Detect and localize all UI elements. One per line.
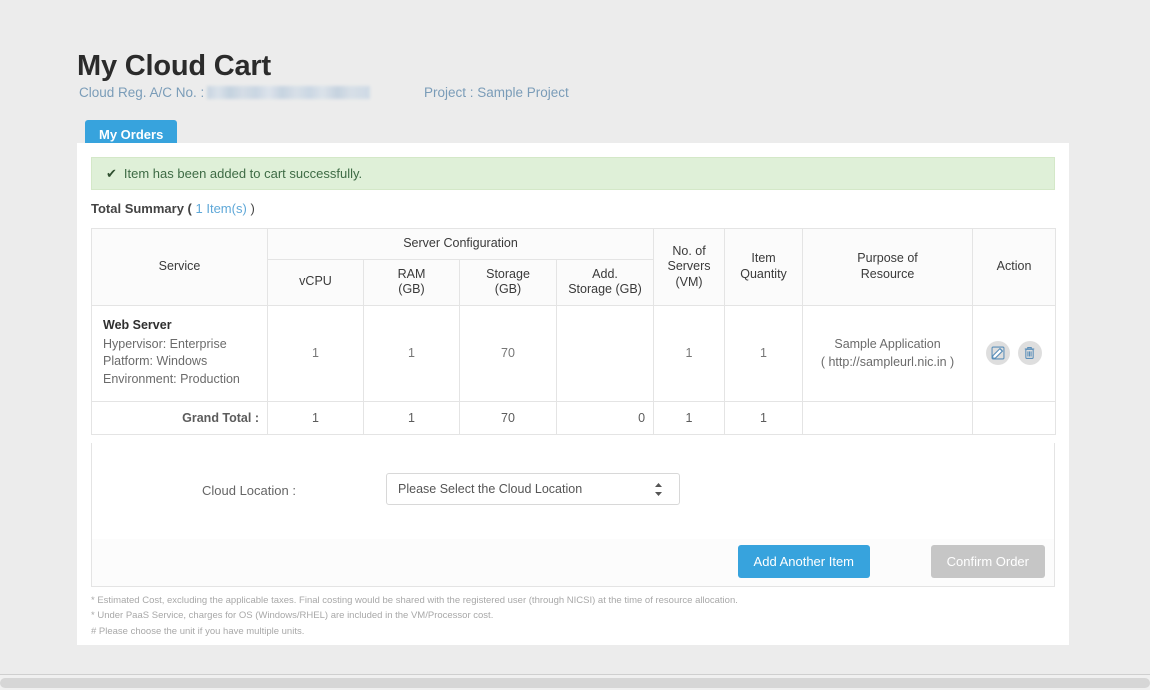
cell-storage: 70 [459, 304, 557, 402]
action-button-bar: Add Another Item Confirm Order [91, 539, 1055, 587]
purpose-title: Sample Application [834, 336, 941, 351]
service-name: Web Server [103, 317, 172, 332]
col-add-storage-l2: Storage (GB) [568, 282, 642, 297]
scrollbar-thumb[interactable] [0, 678, 1150, 688]
service-platform: Platform: Windows [103, 354, 208, 369]
col-item-quantity: Item Quantity [724, 228, 804, 306]
col-action: Action [972, 228, 1057, 306]
confirm-order-button[interactable]: Confirm Order [930, 545, 1045, 578]
check-icon: ✔ [106, 165, 117, 181]
purpose-url: ( http://sampleurl.nic.in ) [820, 355, 955, 370]
project-label: Project : Sample Project [424, 85, 569, 100]
col-add-storage-l1: Add. [592, 266, 618, 281]
cloud-location-panel: Cloud Location : Please Select the Cloud… [91, 443, 1055, 540]
table-row: Web Server Hypervisor: Enterprise Platfo… [91, 304, 1057, 402]
trash-icon[interactable] [1017, 341, 1042, 366]
service-hypervisor: Hypervisor: Enterprise [103, 336, 227, 351]
grand-total-item-quantity: 1 [724, 400, 804, 435]
edit-icon[interactable] [986, 341, 1011, 366]
cloud-location-label: Cloud Location : [202, 483, 296, 498]
col-service: Service [91, 228, 268, 306]
cell-service: Web Server Hypervisor: Enterprise Platfo… [91, 304, 268, 402]
cell-add-storage [555, 304, 655, 402]
table-header-row-1: Service Server Configuration No. of Serv… [91, 228, 1057, 306]
total-summary-close: ) [250, 201, 255, 216]
cell-action [972, 304, 1057, 402]
footnote-3: # Please choose the unit if you have mul… [91, 625, 305, 637]
grand-total-row: Grand Total : 1 1 70 0 1 1 [91, 400, 1057, 435]
col-purpose-l1: Purpose of [857, 251, 918, 266]
col-no-of-servers-l1: No. of [672, 243, 706, 258]
grand-total-storage: 70 [459, 400, 557, 435]
page-root: My Cloud Cart Cloud Reg. A/C No. : Proje… [0, 0, 1150, 690]
cell-item-quantity: 1 [724, 304, 804, 402]
service-environment: Environment: Production [103, 372, 240, 387]
footnote-1: * Estimated Cost, excluding the applicab… [91, 595, 738, 606]
cell-purpose: Sample Application ( http://sampleurl.ni… [802, 304, 974, 402]
col-add-storage: Add. Storage (GB) [555, 258, 655, 306]
col-vcpu: vCPU [267, 258, 364, 306]
col-storage-l2: (GB) [494, 282, 522, 297]
grand-total-action-blank [972, 400, 1057, 435]
success-alert-text: Item has been added to cart successfully… [123, 166, 363, 181]
cart-card: ✔ Item has been added to cart successful… [77, 143, 1069, 645]
col-ram-l2: (GB) [398, 282, 425, 297]
col-item-quantity-l1: Item [751, 251, 776, 266]
add-another-item-button[interactable]: Add Another Item [737, 545, 870, 578]
col-server-configuration-group: Server Configuration [266, 228, 655, 260]
total-summary-label: Total Summary ( [91, 201, 192, 216]
grand-total-ram: 1 [363, 400, 460, 435]
account-number-label: Cloud Reg. A/C No. : [79, 85, 205, 100]
grand-total-label: Grand Total : [91, 400, 268, 435]
col-storage-l1: Storage [486, 266, 530, 281]
grand-total-purpose-blank [802, 400, 974, 435]
footnote-2: * Under PaaS Service, charges for OS (Wi… [91, 610, 494, 622]
grand-total-servers: 1 [653, 400, 726, 435]
grand-total-add-storage: 0 [555, 400, 655, 435]
cell-ram: 1 [363, 304, 460, 402]
cell-servers: 1 [653, 304, 726, 402]
page-title: My Cloud Cart [77, 50, 271, 83]
col-no-of-servers: No. of Servers (VM) [653, 228, 726, 306]
total-summary-count[interactable]: 1 Item(s) [196, 201, 247, 216]
col-item-quantity-l2: Quantity [740, 266, 787, 281]
footnotes: * Estimated Cost, excluding the applicab… [91, 593, 1055, 639]
cloud-location-select[interactable]: Please Select the Cloud Location [386, 473, 680, 505]
col-ram-l1: RAM [397, 266, 426, 281]
cell-vcpu: 1 [267, 304, 364, 402]
col-no-of-servers-l2: Servers [667, 259, 711, 274]
col-no-of-servers-l3: (VM) [675, 274, 703, 289]
col-storage: Storage (GB) [459, 258, 557, 306]
col-ram: RAM (GB) [363, 258, 460, 306]
total-summary: Total Summary ( 1 Item(s) ) [91, 201, 255, 216]
account-meta-row: Cloud Reg. A/C No. : Project : Sample Pr… [79, 85, 779, 105]
col-purpose-of-resource: Purpose of Resource [802, 228, 974, 306]
horizontal-scrollbar[interactable] [0, 674, 1150, 690]
col-purpose-l2: Resource [860, 266, 915, 281]
account-number-redacted-value [207, 86, 370, 99]
success-alert: ✔ Item has been added to cart successful… [91, 157, 1055, 190]
cart-table: Service Server Configuration No. of Serv… [91, 228, 1057, 435]
grand-total-vcpu: 1 [267, 400, 364, 435]
